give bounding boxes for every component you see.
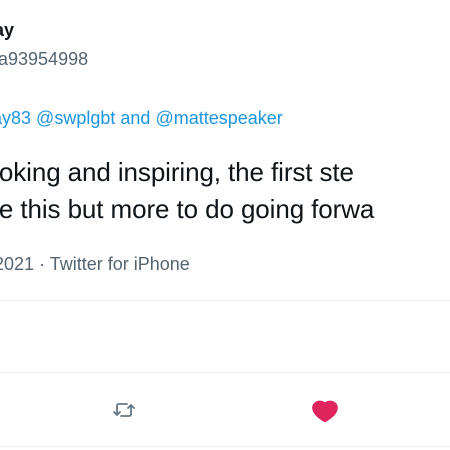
retweet-icon — [112, 398, 136, 422]
mention-conjunction: and — [120, 108, 151, 128]
like-button[interactable] — [310, 395, 340, 425]
mention-link[interactable]: ray83 — [0, 108, 31, 128]
divider — [0, 300, 450, 301]
divider — [0, 446, 450, 447]
tweet-source[interactable]: Twitter for iPhone — [50, 254, 190, 274]
author-display-name[interactable]: ay — [0, 20, 14, 41]
tweet-text-line: voking and inspiring, the first ste — [0, 157, 354, 187]
author-handle[interactable]: la93954998 — [0, 49, 88, 70]
mention-link[interactable]: @mattespeaker — [155, 108, 282, 128]
retweet-button[interactable] — [109, 395, 139, 425]
replying-to: ray83 @swplgbt and @mattespeaker — [0, 108, 283, 129]
heart-icon — [311, 397, 339, 423]
tweet-card: ay la93954998 ray83 @swplgbt and @mattes… — [0, 0, 450, 450]
tweet-text-line: ke this but more to do going forwa — [0, 194, 375, 224]
tweet-date[interactable]: 2021 — [0, 254, 34, 274]
action-bar — [0, 373, 450, 445]
meta-separator: · — [39, 254, 46, 274]
mention-link[interactable]: @swplgbt — [36, 108, 115, 128]
tweet-meta: 2021 · Twitter for iPhone — [0, 254, 190, 275]
